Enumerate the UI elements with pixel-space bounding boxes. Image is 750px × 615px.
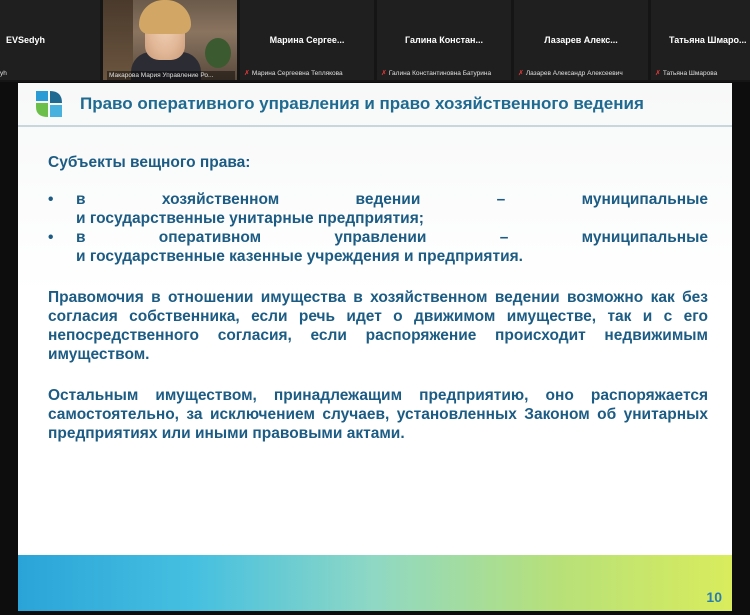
participant-caption: ✗ Галина Константиновна Батурина (381, 70, 492, 77)
participant-video-tile[interactable]: Макарова Мария Управление Ро... (103, 0, 237, 80)
subjects-heading: Субъекты вещного права: (48, 154, 251, 171)
participant-caption: ✗ Лазарев Александр Алексеевич (518, 70, 623, 77)
slide-title: Право оперативного управления и право хо… (80, 94, 644, 113)
slide-footer-gradient (18, 555, 732, 611)
participant-name: Марина Сергее... (269, 35, 345, 45)
participant-name: Татьяна Шмаро... (669, 35, 747, 45)
participant-caption: ✗ Татьяна Шмарова (655, 70, 718, 77)
mic-muted-icon: ✗ (244, 70, 250, 77)
bullet-line: и государственные унитарные предприятия; (76, 210, 424, 227)
bullet-line: и государственные казенные учреждения и … (76, 248, 523, 265)
mic-muted-icon: ✗ (518, 70, 524, 77)
bullet-list: в хозяйственном ведении – муниципальные … (48, 190, 708, 266)
participant-caption: yh (0, 70, 7, 77)
participant-name: Галина Констан... (405, 35, 483, 45)
slide-page-number: 10 (706, 589, 722, 605)
bullet-line: в оперативном управлении – муниципальные (76, 229, 708, 246)
paragraph-other-property: Остальным имуществом, принадлежащим пред… (48, 387, 708, 442)
participant-caption: Макарова Мария Управление Ро... (107, 71, 235, 80)
mic-muted-icon: ✗ (655, 70, 661, 77)
participant-tile[interactable]: Галина Констан... ✗ Галина Константиновна… (377, 0, 511, 80)
slide-header: Право оперативного управления и право хо… (18, 83, 732, 127)
rosreestr-logo-icon (36, 91, 62, 117)
bullet-item: в хозяйственном ведении – муниципальные … (48, 190, 708, 228)
participant-tile[interactable]: EVSedyh yh (0, 0, 100, 80)
participant-caption: ✗ Марина Сергеевна Теплякова (244, 70, 343, 77)
participants-strip: EVSedyh yh Макарова Мария Управление Ро.… (0, 0, 750, 82)
background-plant (205, 38, 231, 68)
participant-tile[interactable]: Лазарев Алекс... ✗ Лазарев Александр Алек… (514, 0, 648, 80)
bullet-item: в оперативном управлении – муниципальные… (48, 228, 708, 266)
slide-content: Субъекты вещного права: в хозяйственном … (48, 153, 708, 443)
participant-name: EVSedyh (6, 35, 46, 45)
mic-muted-icon: ✗ (381, 70, 387, 77)
paragraph-management-rights: Правомочия в отношении имущества в хозяй… (48, 289, 708, 363)
participant-tile[interactable]: Марина Сергее... ✗ Марина Сергеевна Тепля… (240, 0, 374, 80)
background-shelf (103, 0, 133, 80)
participant-name: Лазарев Алекс... (544, 35, 618, 45)
participant-hair (139, 0, 191, 34)
presentation-slide: Право оперативного управления и право хо… (18, 83, 732, 611)
participant-tile[interactable]: Татьяна Шмаро... ✗ Татьяна Шмарова (651, 0, 750, 80)
bullet-line: в хозяйственном ведении – муниципальные (76, 191, 708, 208)
